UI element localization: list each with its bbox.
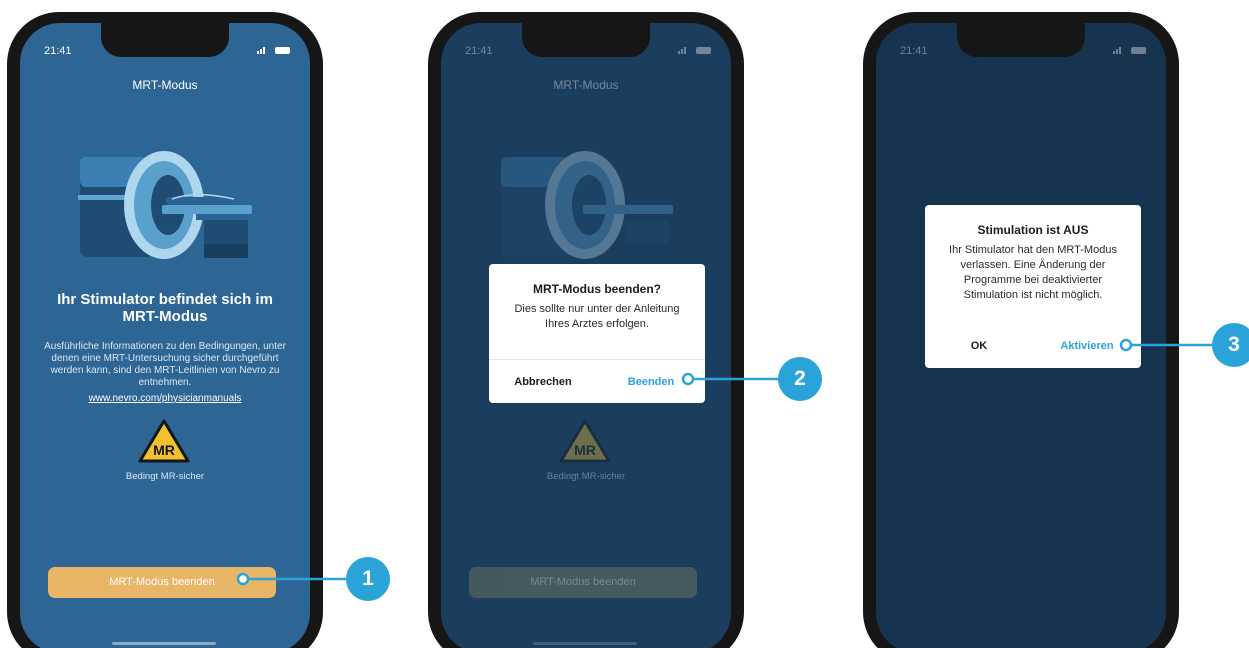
step-number-2: 2 bbox=[778, 357, 822, 401]
callout-lines bbox=[236, 338, 1228, 586]
step-number-1: 1 bbox=[346, 557, 390, 601]
notch bbox=[101, 23, 229, 57]
step-number-3: 3 bbox=[1212, 323, 1249, 367]
notch bbox=[522, 23, 650, 57]
notch bbox=[957, 23, 1085, 57]
